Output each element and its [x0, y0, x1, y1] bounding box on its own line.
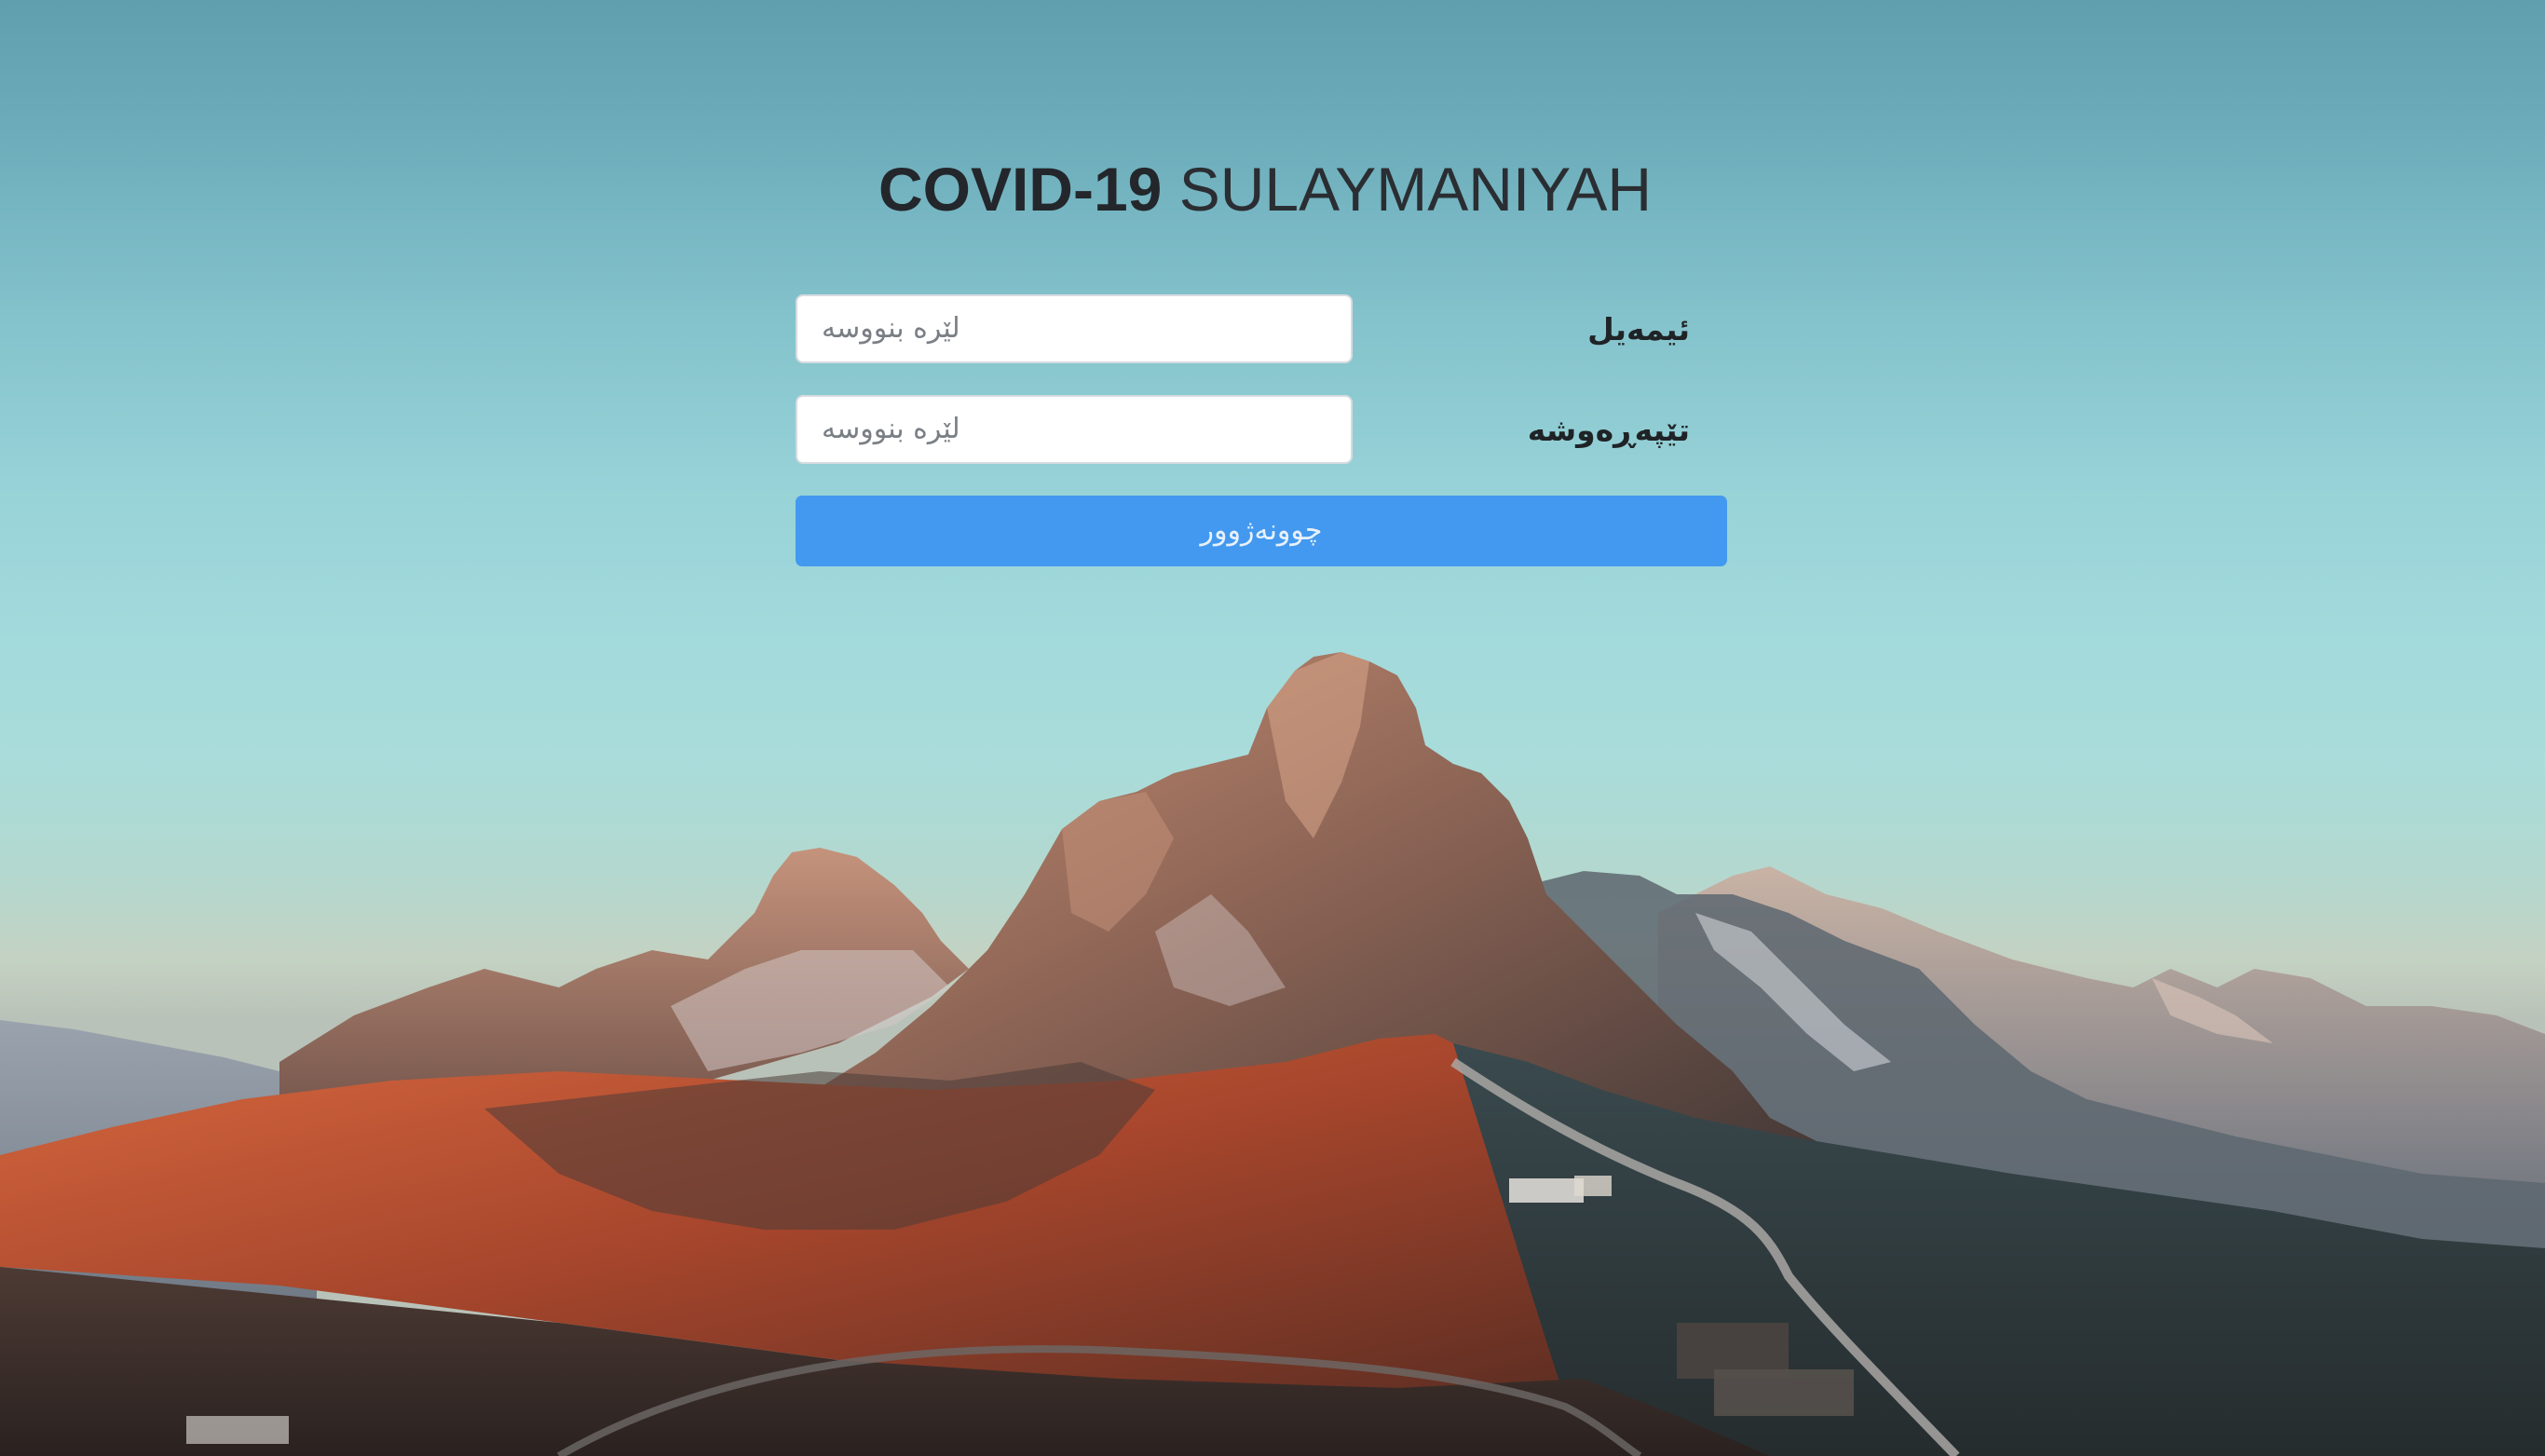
- title-city: SULAYMANIYAH: [1178, 155, 1653, 224]
- email-placeholder: لێرە بنووسە: [822, 312, 960, 345]
- login-button[interactable]: چوونەژوور: [796, 496, 1727, 566]
- page-title: COVID-19 SULAYMANIYAH: [0, 147, 2530, 231]
- password-label: تێپەڕەوشە: [1527, 412, 1690, 448]
- title-covid: COVID-19: [878, 155, 1163, 224]
- email-field[interactable]: لێرە بنووسە: [796, 294, 1353, 363]
- password-placeholder: لێرە بنووسە: [822, 413, 960, 445]
- password-field[interactable]: لێرە بنووسە: [796, 395, 1353, 464]
- email-label: ئیمەیل: [1587, 311, 1690, 347]
